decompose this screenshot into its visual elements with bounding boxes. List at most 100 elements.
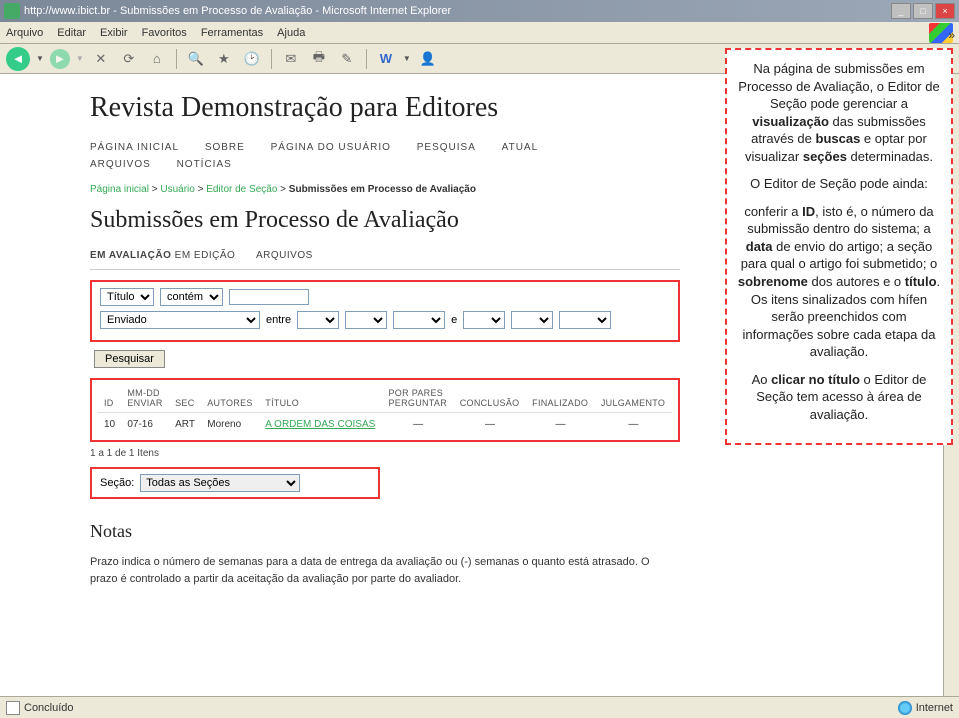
cell-id: 10 [98,413,121,437]
th-id: ID [98,384,121,413]
th-pares: POR PARESPERGUNTAR [383,384,454,413]
favorites-button[interactable]: ★ [213,48,235,70]
search-button[interactable]: Pesquisar [94,350,165,368]
menu-ajuda[interactable]: Ajuda [277,27,305,39]
date-from-day[interactable] [297,311,339,329]
notas-text: Prazo indica o número de semanas para a … [90,554,680,587]
breadcrumb: Página inicial > Usuário > Editor de Seç… [90,184,680,195]
status-text: Concluído [24,702,74,714]
refresh-button[interactable]: ⟳ [118,48,140,70]
date-to-year[interactable] [559,311,611,329]
globe-icon [898,701,912,715]
table-row: 10 07-16 ART Moreno A ORDEM DAS COISAS —… [98,413,672,437]
pager-text: 1 a 1 de 1 Itens [90,448,680,459]
word-dropdown-icon[interactable]: ▼ [403,54,411,63]
cell-autores: Moreno [201,413,259,437]
date-from-year[interactable] [393,311,445,329]
breadcrumb-current: Submissões em Processo de Avaliação [289,184,476,195]
cell-finalizado: — [526,413,595,437]
date-to-month[interactable] [511,311,553,329]
cell-julgamento: — [595,413,672,437]
tab-avaliacao[interactable]: EM AVALIAÇÃO [90,250,171,261]
nav-noticias[interactable]: NOTÍCIAS [177,159,232,170]
cell-titulo-link[interactable]: A ORDEM DAS COISAS [265,419,375,430]
search-field-select[interactable]: Título [100,288,154,306]
tab-edicao[interactable]: EM EDIÇÃO [175,250,236,261]
section-select[interactable]: Todas as Seções [140,474,300,492]
menu-editar[interactable]: Editar [57,27,86,39]
toolbar-separator [271,49,272,69]
th-autores: AUTORES [201,384,259,413]
cell-enviar: 07-16 [121,413,169,437]
edit-button[interactable]: ✎ [336,48,358,70]
nav-arquivos[interactable]: ARQUIVOS [90,159,151,170]
menubar: Arquivo Editar Exibir Favoritos Ferramen… [0,22,959,44]
th-titulo: TÍTULO [259,384,382,413]
messenger-button[interactable]: 👤 [417,48,439,70]
breadcrumb-usuario[interactable]: Usuário [160,184,194,195]
back-button[interactable]: ◄ [6,47,30,71]
menu-ferramentas[interactable]: Ferramentas [201,27,263,39]
print-button[interactable]: 🖶 [308,48,330,70]
top-nav-row2: ARQUIVOS NOTÍCIAS [90,159,680,170]
search-text-input[interactable] [229,289,309,305]
nav-home[interactable]: PÁGINA INICIAL [90,142,179,153]
word-button[interactable]: W [375,48,397,70]
ie-icon [4,3,20,19]
menu-exibir[interactable]: Exibir [100,27,128,39]
top-nav: PÁGINA INICIAL SOBRE PÁGINA DO USUÁRIO P… [90,142,680,153]
close-button[interactable]: × [935,3,955,19]
back-dropdown-icon[interactable]: ▼ [36,54,44,63]
nav-pesquisa[interactable]: PESQUISA [417,142,476,153]
document-icon [6,701,20,715]
tab-arquivos[interactable]: ARQUIVOS [256,250,313,261]
fwd-dropdown-icon[interactable]: ▼ [76,54,84,63]
label-e: e [451,314,457,326]
search-button[interactable]: 🔍 [185,48,207,70]
subtabs: EM AVALIAÇÃO EM EDIÇÃO ARQUIVOS [90,250,680,270]
notas-heading: Notas [90,521,680,542]
nav-usuario[interactable]: PÁGINA DO USUÁRIO [271,142,391,153]
section-label: Seção: [100,477,134,489]
date-to-day[interactable] [463,311,505,329]
nav-sobre[interactable]: SOBRE [205,142,245,153]
th-sec: SEC [169,384,201,413]
maximize-button[interactable]: □ [913,3,933,19]
chevron-right-icon[interactable]: » [948,28,955,42]
home-button[interactable]: ⌂ [146,48,168,70]
history-button[interactable]: 🕑 [241,48,263,70]
minimize-button[interactable]: _ [891,3,911,19]
window-buttons: _ □ × [891,3,955,19]
label-entre: entre [266,314,291,326]
toolbar-separator [176,49,177,69]
results-table: ID MM-DDENVIAR SEC AUTORES TÍTULO POR PA… [98,384,672,436]
breadcrumb-editor[interactable]: Editor de Seção [206,184,277,195]
mail-button[interactable]: ✉ [280,48,302,70]
site-title: Revista Demonstração para Editores [90,92,680,124]
annotation-callout: Na página de submissões em Processo de A… [725,48,953,445]
th-finalizado: FINALIZADO [526,384,595,413]
cell-sec: ART [169,413,201,437]
stop-button[interactable]: ✕ [90,48,112,70]
cell-pares: — [383,413,454,437]
th-conclusao: CONCLUSÃO [454,384,526,413]
toolbar-separator [366,49,367,69]
th-julgamento: JULGAMENTO [595,384,672,413]
cell-conclusao: — [454,413,526,437]
results-table-box: ID MM-DDENVIAR SEC AUTORES TÍTULO POR PA… [90,378,680,442]
zone-text: Internet [916,702,953,714]
search-status-select[interactable]: Enviado [100,311,260,329]
page-title: Submissões em Processo de Avaliação [90,207,680,234]
menu-arquivo[interactable]: Arquivo [6,27,43,39]
search-panel: Título contém Enviado entre e [90,280,680,342]
window-titlebar: http://www.ibict.br - Submissões em Proc… [0,0,959,22]
menu-favoritos[interactable]: Favoritos [142,27,187,39]
search-match-select[interactable]: contém [160,288,223,306]
section-filter: Seção: Todas as Seções [90,467,380,499]
nav-atual[interactable]: ATUAL [502,142,539,153]
forward-button[interactable]: ► [50,49,70,69]
statusbar: Concluído Internet [0,696,959,718]
th-enviar: MM-DDENVIAR [121,384,169,413]
breadcrumb-home[interactable]: Página inicial [90,184,149,195]
date-from-month[interactable] [345,311,387,329]
